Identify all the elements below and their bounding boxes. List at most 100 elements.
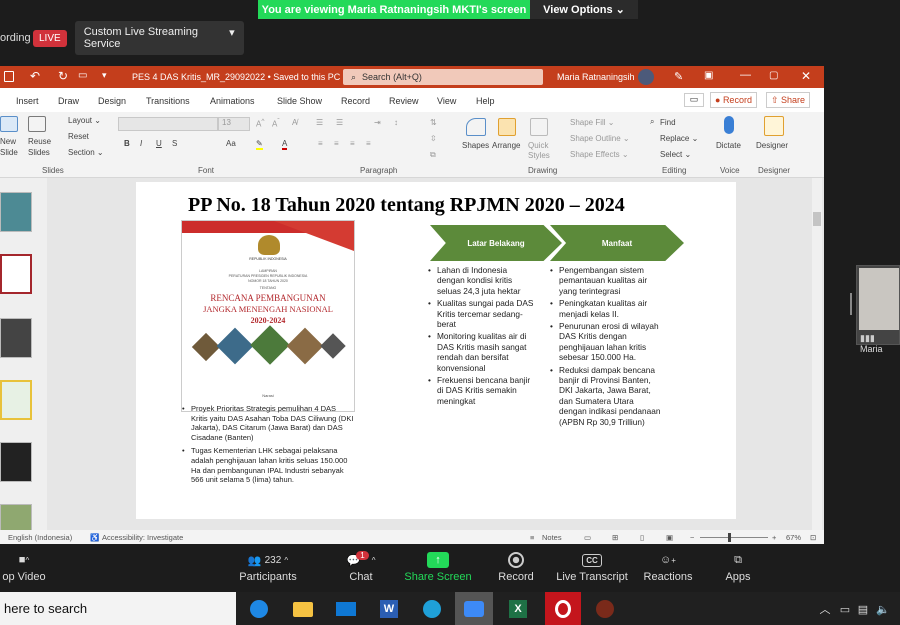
current-slide[interactable]: PP No. 18 Tahun 2020 tentang RPJMN 2020 …	[136, 182, 736, 519]
record-button[interactable]: ● Record	[710, 92, 757, 108]
normal-view-icon[interactable]: ▭	[584, 533, 591, 542]
word-icon[interactable]: W	[376, 596, 402, 622]
zoom-app-icon[interactable]	[455, 592, 493, 625]
tab-design[interactable]: Design	[98, 96, 126, 106]
pen-icon[interactable]: ✎	[674, 70, 683, 83]
smartart-icon[interactable]: ⧉	[430, 150, 436, 160]
save-icon[interactable]	[4, 71, 14, 82]
scrollbar-thumb[interactable]	[813, 212, 821, 226]
file-explorer-icon[interactable]	[290, 596, 316, 622]
justify-icon[interactable]: ≡	[366, 139, 371, 148]
decrease-font-icon[interactable]: Aˇ	[272, 118, 280, 129]
tab-insert[interactable]: Insert	[16, 96, 39, 106]
participant-video[interactable]: ▮▮▮ Maria	[856, 265, 900, 354]
tab-slide-show[interactable]: Slide Show	[277, 96, 322, 106]
share-screen-button[interactable]: ↑ Share Screen	[400, 549, 476, 583]
font-color-icon[interactable]: A	[282, 139, 288, 150]
tab-view[interactable]: View	[437, 96, 456, 106]
close-icon[interactable]: ✕	[801, 69, 811, 83]
language-status[interactable]: English (Indonesia)	[8, 533, 72, 542]
shape-outline-button[interactable]: Shape Outline ⌄	[570, 134, 630, 143]
zoom-slider-thumb[interactable]	[728, 533, 731, 542]
live-transcript-button[interactable]: CC Live Transcript	[552, 549, 632, 583]
record-button-zoom[interactable]: Record	[494, 549, 538, 583]
opera-icon[interactable]	[545, 592, 581, 625]
excel-icon[interactable]: X	[505, 596, 531, 622]
new-slide-icon[interactable]	[0, 116, 18, 132]
zoom-in-icon[interactable]: +	[772, 533, 776, 542]
font-name-box[interactable]	[118, 117, 218, 131]
clear-format-icon[interactable]: A̸	[292, 118, 297, 127]
arrange-icon[interactable]	[498, 118, 516, 136]
align-center-icon[interactable]: ≡	[334, 139, 339, 148]
thumbnail-5[interactable]	[0, 442, 32, 482]
minimize-icon[interactable]: —	[740, 69, 751, 81]
shape-fill-button[interactable]: Shape Fill ⌄	[570, 118, 615, 127]
undo-icon[interactable]: ↶	[30, 69, 40, 83]
select-button[interactable]: Select ⌄	[660, 150, 691, 159]
quick-styles-button[interactable]: Quick Styles	[528, 141, 550, 161]
zoom-slider[interactable]	[700, 537, 768, 538]
reset-button[interactable]: Reset	[68, 132, 89, 141]
stop-video-button[interactable]: ■ ^ op Video	[0, 549, 48, 583]
powerpoint-taskbar-icon[interactable]	[592, 596, 618, 622]
italic-icon[interactable]: I	[140, 139, 142, 148]
apps-button[interactable]: ⧉ Apps	[718, 549, 758, 584]
tab-record[interactable]: Record	[341, 96, 370, 106]
vertical-scrollbar[interactable]	[812, 178, 822, 530]
dictate-button[interactable]: Dictate	[716, 141, 741, 150]
bold-icon[interactable]: B	[124, 139, 130, 148]
participants-button[interactable]: 👥 232 ^ Participants	[228, 549, 308, 584]
highlight-icon[interactable]: ✎	[256, 139, 263, 150]
designer-icon[interactable]	[764, 116, 784, 136]
thumbnail-4[interactable]	[0, 380, 32, 420]
taskbar-search[interactable]: here to search	[0, 592, 236, 625]
redo-icon[interactable]: ↻	[58, 69, 68, 83]
line-spacing-icon[interactable]: ↕	[394, 118, 398, 127]
live-service-dropdown[interactable]: Custom Live Streaming Service ▾	[74, 21, 244, 55]
shapes-button[interactable]: Shapes	[462, 141, 489, 150]
ribbon-display-icon[interactable]: ▣	[704, 70, 713, 81]
slideshow-icon[interactable]: ▣	[666, 533, 673, 542]
reactions-button[interactable]: ☺ + Reactions	[640, 549, 696, 583]
align-right-icon[interactable]: ≡	[350, 139, 355, 148]
accessibility-status[interactable]: Accessibility: Investigate	[102, 533, 183, 542]
strikethrough-icon[interactable]: S	[172, 139, 177, 148]
tab-transitions[interactable]: Transitions	[146, 96, 190, 106]
align-left-icon[interactable]: ≡	[318, 139, 323, 148]
reading-view-icon[interactable]: ▯	[640, 533, 644, 542]
layout-button[interactable]: Layout ⌄	[68, 116, 101, 125]
zoom-out-icon[interactable]: −	[690, 533, 694, 542]
mail-icon[interactable]	[333, 596, 359, 622]
avatar[interactable]	[638, 69, 654, 85]
tab-help[interactable]: Help	[476, 96, 495, 106]
reuse-slides-button[interactable]: Reuse Slides	[28, 136, 51, 158]
chat-button[interactable]: 💬 1 ^ Chat	[336, 549, 386, 583]
designer-button[interactable]: Designer	[756, 141, 788, 150]
user-name[interactable]: Maria Ratnaningsih	[557, 72, 635, 82]
microphone-icon[interactable]	[724, 116, 734, 134]
view-options-button[interactable]: View Options ⌄	[530, 0, 638, 19]
edge-icon[interactable]	[419, 596, 445, 622]
qat-customize-icon[interactable]: ▭	[78, 70, 87, 81]
tab-review[interactable]: Review	[389, 96, 419, 106]
qat-more-icon[interactable]: ▾	[102, 70, 107, 81]
live-badge[interactable]: LIVE	[33, 29, 67, 47]
zoom-level[interactable]: 67%	[786, 533, 801, 542]
new-slide-button[interactable]: New Slide	[0, 136, 20, 158]
shape-effects-button[interactable]: Shape Effects ⌄	[570, 150, 629, 159]
fit-slide-icon[interactable]: ⊡	[810, 533, 816, 542]
reuse-slides-icon[interactable]	[28, 116, 46, 132]
thumbnail-1[interactable]	[0, 192, 32, 232]
arrange-button[interactable]: Arrange	[492, 141, 520, 150]
comments-icon[interactable]: ▭	[684, 93, 704, 107]
quick-styles-icon[interactable]	[530, 118, 548, 136]
thumbnail-2[interactable]	[0, 254, 32, 294]
section-button[interactable]: Section ⌄	[68, 148, 104, 157]
slide-sorter-icon[interactable]: ⊞	[612, 533, 618, 542]
vpn-app-icon[interactable]	[246, 596, 272, 622]
increase-font-icon[interactable]: A^	[256, 118, 264, 129]
panel-divider[interactable]	[850, 293, 852, 315]
shapes-icon[interactable]	[466, 118, 486, 136]
volume-icon[interactable]: 🔈	[870, 596, 896, 622]
